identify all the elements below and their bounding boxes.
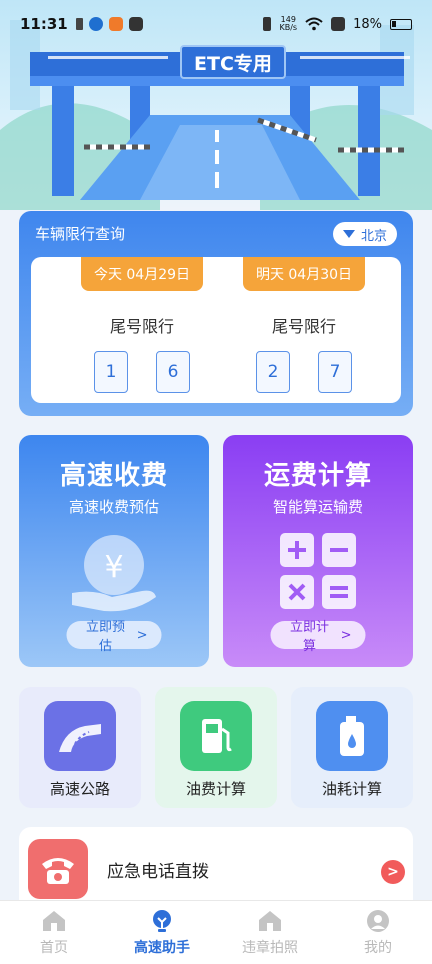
app-notification-icon [108,17,123,31]
freight-calc-card[interactable]: 运费计算 智能算运输费 立即计算 > [223,435,413,667]
tile-label: 油耗计算 [321,780,382,798]
restriction-panel: 今天 04月29日 尾号限行 1 6 明天 04月30日 尾号限行 2 7 [31,257,401,403]
chevron-right-icon: > [136,627,148,643]
plate-numbers: 2 7 [229,351,379,393]
tile-highway[interactable]: 高速公路 [19,687,141,808]
tile-fuel-consumption[interactable]: 油耗计算 [291,687,413,808]
bottom-nav: 首页 高速助手 违章拍照 我的 [0,900,432,964]
freight-card-title: 运费计算 [263,461,372,491]
calculator-icon [280,533,356,609]
date-badge: 明天 04月30日 [243,257,365,291]
nav-item-label: 违章拍照 [242,940,298,956]
tile-fuel-cost[interactable]: 油费计算 [155,687,277,808]
plate-number: 6 [156,351,190,393]
vibrate-icon [263,17,272,31]
status-bar: 11:31 149 KB/s 18% [0,0,432,48]
bulb-icon [153,910,171,932]
mail-icon [128,17,143,31]
calculate-button-label: 立即计算 [290,620,330,654]
toll-estimate-card[interactable]: 高速收费 高速收费预估 ¥ 立即预估 > [19,435,209,667]
sim-icon [75,18,83,30]
estimate-button-label: 立即预估 [86,620,126,654]
tile-label: 油费计算 [185,780,246,798]
dropdown-triangle-icon [342,230,355,238]
yuan-coin-hand-icon: ¥ [72,535,156,612]
chevron-right-icon[interactable]: > [381,860,405,884]
telephone-icon [28,839,88,899]
svg-text:¥: ¥ [104,550,123,585]
restriction-title: 车辆限行查询 [35,225,126,243]
chevron-right-icon: > [340,627,352,643]
nav-item-label: 我的 [364,940,392,956]
nav-item-home[interactable]: 首页 [0,901,108,964]
etc-sign-text: ETC专用 [194,52,272,75]
restriction-day-tomorrow: 明天 04月30日 尾号限行 2 7 [229,257,379,393]
fuel-pump-icon [180,701,252,771]
home-icon [43,911,65,931]
nav-item-label: 高速助手 [134,940,190,956]
notification-icons [75,17,143,31]
tile-label: 高速公路 [49,780,110,798]
highway-icon [44,701,116,771]
plate-numbers: 1 6 [67,351,217,393]
plate-number: 7 [318,351,352,393]
home-icon [259,911,281,931]
freight-card-subtitle: 智能算运输费 [272,498,363,516]
restriction-label: 尾号限行 [109,317,174,336]
status-right: 149 KB/s 18% [263,16,412,32]
toll-card-title: 高速收费 [59,461,168,491]
net-speed: 149 KB/s [279,16,297,32]
estimate-button[interactable]: 立即预估 > [66,620,162,654]
oil-can-icon [316,701,388,771]
restriction-card[interactable]: 车辆限行查询 北京 今天 04月29日 尾号限行 1 6 明天 04月30日 尾… [19,211,413,416]
plate-number: 1 [94,351,128,393]
etc-sign: ETC专用 [180,45,286,79]
wifi-icon [305,17,323,31]
status-time: 11:31 [20,15,68,33]
nav-item-me[interactable]: 我的 [324,901,432,964]
emergency-label: 应急电话直拨 [107,862,209,882]
restriction-day-today: 今天 04月29日 尾号限行 1 6 [67,257,217,393]
restriction-label: 尾号限行 [271,317,336,336]
city-selector[interactable]: 北京 [333,222,397,246]
app-notification-icon [88,17,103,31]
battery-percent: 18% [353,16,382,32]
emergency-call-row[interactable]: 应急电话直拨 > [19,827,413,907]
date-badge: 今天 04月29日 [81,257,203,291]
toll-card-subtitle: 高速收费预估 [68,498,159,516]
nav-item-violation-photo[interactable]: 违章拍照 [216,901,324,964]
net-speed-unit: KB/s [279,23,298,32]
nav-item-highway-assistant[interactable]: 高速助手 [108,901,216,964]
battery-icon [390,18,412,30]
city-name: 北京 [360,228,387,244]
calculate-button[interactable]: 立即计算 > [270,620,366,654]
screen-record-icon [331,17,346,31]
plate-number: 2 [256,351,290,393]
nav-item-label: 首页 [40,940,68,956]
user-icon [367,910,389,932]
